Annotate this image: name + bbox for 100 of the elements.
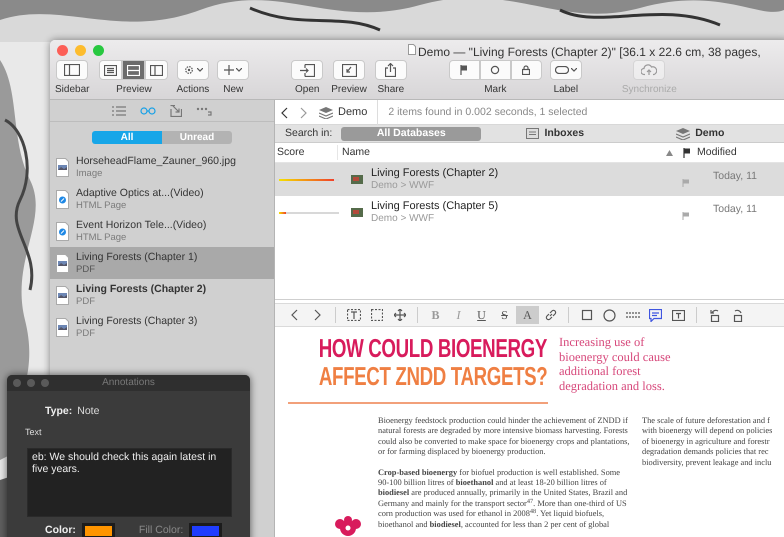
forward-icon xyxy=(300,106,307,118)
text-line: of bioenergy in agriculture and forestr xyxy=(642,436,771,448)
file-icon xyxy=(56,254,69,272)
item-type: Image xyxy=(76,168,104,180)
note-text-field[interactable]: eb: We should check this again latest in five years. xyxy=(27,448,232,518)
caret-icon xyxy=(236,68,242,72)
database-icon xyxy=(319,106,333,118)
text-line: biodiversity, prevent leakage and inclu xyxy=(642,458,772,468)
lines-icon xyxy=(626,310,640,320)
field-label: Type: xyxy=(45,404,72,419)
thumbnail-icon xyxy=(351,208,363,217)
sidebar-tab[interactable] xyxy=(168,104,184,116)
glasses-icon xyxy=(140,106,156,114)
dots-icon xyxy=(196,106,212,116)
database-icon xyxy=(676,128,690,140)
sidebar-item[interactable]: Adaptive Optics at...(Video) HTML Page xyxy=(50,183,274,215)
import-icon xyxy=(300,64,315,76)
close-button[interactable] xyxy=(57,45,68,56)
scope-tab[interactable]: Demo xyxy=(655,126,746,140)
sidebar-tab[interactable] xyxy=(194,106,214,116)
sort-icon xyxy=(666,150,673,156)
file-icon xyxy=(56,190,69,208)
view-mode-button[interactable] xyxy=(145,60,168,80)
caret-icon xyxy=(570,68,577,72)
toolbar-label: Share xyxy=(378,83,404,97)
document-icon xyxy=(408,44,416,55)
rotate-left-icon xyxy=(708,308,720,322)
list-view-icon xyxy=(104,64,118,76)
thumbnail-icon xyxy=(351,175,363,184)
table-row[interactable]: Living Forests (Chapter 5) Demo > WWF Today, 11 xyxy=(275,196,784,229)
forward-icon xyxy=(314,309,321,321)
toolbar-label: Open xyxy=(295,83,320,97)
toolbar-button[interactable] xyxy=(374,60,407,80)
file-icon xyxy=(56,158,69,176)
toolbar-label: Mark xyxy=(484,83,506,97)
color-swatch[interactable] xyxy=(82,523,115,537)
item-name: Adaptive Optics at...(Video) xyxy=(76,186,204,200)
sidebar-item[interactable]: Living Forests (Chapter 2) PDF xyxy=(50,279,274,311)
flag-icon xyxy=(460,65,468,75)
column-header[interactable]: Score xyxy=(275,144,338,160)
menu-button[interactable] xyxy=(176,60,209,80)
mark-button[interactable] xyxy=(448,60,480,80)
flag-icon xyxy=(682,178,688,186)
back-icon xyxy=(281,106,288,118)
row-name: Living Forests (Chapter 5) xyxy=(371,200,498,213)
toolbar-label: Preview xyxy=(331,83,367,97)
toolbar-button[interactable] xyxy=(333,60,366,80)
sidebar-item[interactable]: Event Horizon Tele...(Video) HTML Page xyxy=(50,215,274,247)
selection-icon xyxy=(370,309,382,321)
item-name: Living Forests (Chapter 3) xyxy=(76,314,198,328)
panel-title: Annotations xyxy=(102,377,155,388)
note-icon xyxy=(649,308,662,322)
toolbar-button[interactable] xyxy=(291,60,324,80)
row-path: Demo > WWF xyxy=(371,213,436,225)
item-name: Living Forests (Chapter 2) xyxy=(76,282,206,296)
toolbar-label: Sidebar xyxy=(55,83,90,97)
window-title: Demo — "Living Forests (Chapter 2)" [36.1 x 22.6 cm, 38 pages, xyxy=(418,44,761,61)
toolbar-label: Label xyxy=(554,83,578,97)
scope-tab[interactable]: Inboxes xyxy=(485,126,626,140)
table-row[interactable]: Living Forests (Chapter 2) Demo > WWF Today, 11 xyxy=(275,163,784,196)
flag-icon xyxy=(683,148,691,158)
sidebar-tab[interactable] xyxy=(110,106,128,116)
file-icon xyxy=(56,286,69,304)
field-label: Text xyxy=(24,426,43,439)
sidebar-item[interactable]: Living Forests (Chapter 3) PDF xyxy=(50,311,274,343)
item-type: PDF xyxy=(76,328,96,340)
plus-icon xyxy=(224,65,234,75)
flag-icon xyxy=(682,212,688,220)
tool-button[interactable]: S xyxy=(493,306,516,324)
row-path: Demo > WWF xyxy=(371,180,436,192)
link-icon xyxy=(544,309,556,321)
column-header[interactable]: Modified xyxy=(691,144,737,160)
column-header[interactable]: Name xyxy=(342,144,666,160)
tool-button[interactable]: U xyxy=(470,306,493,324)
sidebar-item[interactable]: Living Forests (Chapter 1) PDF xyxy=(50,247,274,279)
sidebar-item[interactable]: HorseheadFlame_Zauner_960.jpg Image xyxy=(50,151,274,183)
menu-button[interactable] xyxy=(550,60,582,80)
search-label: Search in: xyxy=(284,126,334,141)
mark-button[interactable] xyxy=(480,60,511,80)
toolbar-label: Preview xyxy=(116,83,152,97)
subtitle: Increasing use of bioenergy could cause additional forest degradation and loss. xyxy=(559,334,672,393)
view-mode-button[interactable] xyxy=(99,60,122,80)
item-name: HorseheadFlame_Zauner_960.jpg xyxy=(76,154,236,168)
toolbar-button[interactable] xyxy=(56,60,88,80)
file-icon xyxy=(56,318,69,336)
columns-view-icon xyxy=(150,64,164,76)
field-label: Color: xyxy=(45,523,76,537)
mark-button[interactable] xyxy=(510,60,542,80)
text-line: degradation demands policies that rec xyxy=(642,447,770,458)
inbox-icon xyxy=(526,128,540,139)
rectangle-icon xyxy=(580,309,592,321)
headline: HOW COULD BIOENERGY xyxy=(318,334,547,362)
circle-icon xyxy=(603,308,616,322)
menu-button[interactable] xyxy=(217,60,250,80)
item-name: Living Forests (Chapter 1) xyxy=(76,250,198,264)
type-value: Note xyxy=(77,404,100,419)
move-icon xyxy=(394,309,406,321)
view-mode-button[interactable] xyxy=(122,60,146,80)
tool-button[interactable]: A xyxy=(516,306,539,324)
search-status: 2 items found in 0.002 seconds, 1 selected xyxy=(387,104,588,120)
